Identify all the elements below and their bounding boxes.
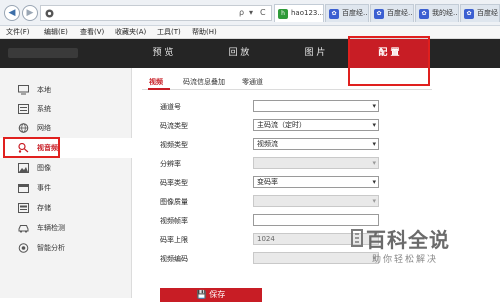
monitor-icon: [18, 85, 29, 95]
watermark-subtitle: 助你轻松解决: [372, 255, 439, 265]
subtab-active-underline: [148, 88, 170, 90]
stream-type-label: 码流类型: [160, 122, 188, 130]
forward-icon[interactable]: ▶: [22, 5, 38, 21]
bitrate-type-value: 变码率: [257, 178, 278, 186]
bitrate-type-select[interactable]: 变码率 ▾: [253, 176, 379, 188]
max-bitrate-label: 码率上限: [160, 236, 188, 244]
video-encoding-select[interactable]: ▾: [253, 252, 379, 264]
hao123-icon: h: [278, 9, 288, 19]
video-type-select[interactable]: 视频流 ▾: [253, 138, 379, 150]
globe-icon: [18, 123, 29, 133]
video-type-label: 视频类型: [160, 141, 188, 149]
browser-tab-5[interactable]: ✿ 百度经: [460, 4, 500, 22]
browser-tab-label: 百度经: [477, 9, 498, 17]
sidebar-item-label: 系统: [37, 105, 51, 113]
tab-picture[interactable]: 图 片: [282, 39, 348, 68]
app-logo: [8, 48, 78, 58]
browser-tab-label: hao123...: [291, 9, 324, 17]
site-icon: [45, 9, 54, 18]
paw-icon: ✿: [374, 9, 384, 19]
browser-address-bar: ◀ ▶ ρ ▾ C h hao123... ✿ 百度经... ✿ 百度经... …: [0, 0, 500, 26]
resolution-select[interactable]: ▾: [253, 157, 379, 169]
max-bitrate-value: 1024: [257, 235, 275, 243]
back-icon[interactable]: ◀: [4, 5, 20, 21]
subtab-divider: [142, 89, 432, 90]
sidebar-item-label: 网络: [37, 124, 51, 132]
image-icon: [18, 163, 29, 173]
browser-tab-2[interactable]: ✿ 百度经...: [325, 4, 369, 22]
video-type-value: 视频流: [257, 140, 278, 148]
tab-zero-channel[interactable]: 零通道: [242, 77, 263, 87]
tab-preview[interactable]: 预 览: [130, 39, 196, 68]
sidebar-item-vehicle-detection[interactable]: 车辆检测: [0, 218, 132, 238]
refresh-icon[interactable]: C: [260, 8, 266, 17]
browser-tab-label: 我的经...: [432, 9, 459, 17]
highlight-box-video-audio: [3, 137, 60, 158]
image-quality-select[interactable]: ▾: [253, 195, 379, 207]
tab-video[interactable]: 视频: [149, 77, 163, 87]
calendar-icon: [18, 184, 29, 193]
sidebar-item-system[interactable]: 系统: [0, 99, 132, 119]
browser-tab-hao123[interactable]: h hao123...: [274, 4, 324, 22]
chevron-down-icon: ▾: [372, 159, 376, 167]
channel-select[interactable]: ▾: [253, 100, 379, 112]
sidebar-item-label: 存储: [37, 204, 51, 212]
storage-icon: [18, 203, 29, 213]
car-icon: [18, 225, 29, 233]
sidebar-item-storage[interactable]: 存储: [0, 198, 132, 218]
channel-label: 通道号: [160, 103, 181, 111]
paw-icon: ✿: [419, 9, 429, 19]
paw-icon: ✿: [464, 9, 474, 19]
browser-tab-4[interactable]: ✿ 我的经...: [415, 4, 459, 22]
url-field[interactable]: ρ ▾ C: [40, 5, 272, 21]
save-button[interactable]: 💾 保存: [160, 288, 262, 302]
highlight-box-configuration: [348, 36, 430, 86]
sidebar-item-image[interactable]: 图像: [0, 158, 132, 178]
chevron-down-icon: ▾: [372, 197, 376, 205]
image-quality-label: 图像质量: [160, 198, 188, 206]
sidebar-item-event[interactable]: 事件: [0, 178, 132, 198]
stream-type-value: 主码流（定时）: [257, 121, 306, 129]
sidebar-item-local[interactable]: 本地: [0, 80, 132, 100]
sidebar-item-network[interactable]: 网络: [0, 118, 132, 138]
watermark-logo-icon: [351, 229, 363, 247]
search-icon[interactable]: ρ: [239, 8, 244, 17]
chevron-down-icon: ▾: [372, 102, 376, 110]
menu-edit[interactable]: 编辑(E): [44, 27, 68, 37]
tab-playback[interactable]: 回 放: [206, 39, 272, 68]
browser-tab-label: 百度经...: [387, 9, 414, 17]
dropdown-icon[interactable]: ▾: [249, 8, 253, 17]
chevron-down-icon: ▾: [372, 121, 376, 129]
menu-file[interactable]: 文件(F): [6, 27, 30, 37]
sidebar-item-label: 智能分析: [37, 244, 65, 252]
menu-favorites[interactable]: 收藏夹(A): [115, 27, 146, 37]
stream-type-select[interactable]: 主码流（定时） ▾: [253, 119, 379, 131]
menu-tools[interactable]: 工具(T): [157, 27, 181, 37]
sidebar-item-label: 事件: [37, 184, 51, 192]
smart-analysis-icon: [18, 243, 29, 253]
menu-help[interactable]: 帮助(H): [192, 27, 217, 37]
sidebar-item-label: 车辆检测: [37, 224, 65, 232]
frame-rate-label: 视频帧率: [160, 217, 188, 225]
watermark-title: 百科全说: [366, 228, 450, 252]
chevron-down-icon: ▾: [372, 178, 376, 186]
paw-icon: ✿: [329, 9, 339, 19]
sidebar-item-label: 本地: [37, 86, 51, 94]
system-icon: [18, 104, 29, 114]
browser-tab-3[interactable]: ✿ 百度经...: [370, 4, 414, 22]
tab-stream-overlay[interactable]: 码流信息叠加: [183, 77, 225, 87]
video-encoding-label: 视频编码: [160, 255, 188, 263]
sidebar-item-smart-analysis[interactable]: 智能分析: [0, 238, 132, 258]
resolution-label: 分辨率: [160, 160, 181, 168]
chevron-down-icon: ▾: [372, 140, 376, 148]
sidebar-item-label: 图像: [37, 164, 51, 172]
menu-view[interactable]: 查看(V): [80, 27, 104, 37]
sidebar: 本地 系统 网络 视音频 图像 事件 存储 车辆检测 智能分析: [0, 68, 132, 298]
bitrate-type-label: 码率类型: [160, 179, 188, 187]
browser-tab-label: 百度经...: [342, 9, 369, 17]
frame-rate-input[interactable]: [253, 214, 379, 226]
